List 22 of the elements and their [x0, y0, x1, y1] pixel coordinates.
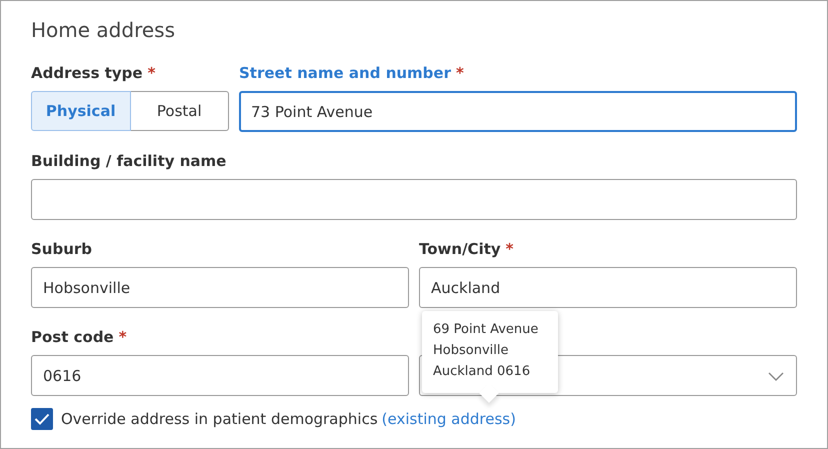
text-field[interactable]: 73 Point Avenue — [239, 91, 797, 132]
text-field[interactable]: Auckland — [419, 267, 797, 308]
field-label: Address type * — [31, 63, 156, 83]
checkbox-label: Override address in patient demographics — [61, 410, 378, 428]
text-field[interactable]: 0616 — [31, 355, 409, 396]
tooltip-line: 69 Point Avenue — [433, 321, 540, 339]
field-label: Street name and number * — [239, 63, 465, 83]
text-field[interactable] — [31, 179, 797, 220]
field-label: Building / facility name — [31, 151, 228, 171]
address-type-option[interactable]: Postal — [130, 91, 229, 131]
existing-address-link[interactable]: (existing address) — [382, 410, 516, 428]
field-label: Town/City * — [419, 239, 515, 259]
address-type-option[interactable]: Physical — [31, 91, 130, 131]
tooltip-line: Auckland 0616 — [433, 363, 532, 381]
tooltip-line: Hobsonville — [433, 342, 510, 360]
checkmark-icon — [34, 413, 50, 425]
chevron-down-icon — [768, 372, 784, 381]
section-title: Home address — [31, 17, 176, 44]
field-label: Suburb — [31, 239, 94, 259]
override-checkbox[interactable] — [31, 408, 53, 430]
field-label: Post code * — [31, 327, 128, 347]
text-field[interactable]: Hobsonville — [31, 267, 409, 308]
